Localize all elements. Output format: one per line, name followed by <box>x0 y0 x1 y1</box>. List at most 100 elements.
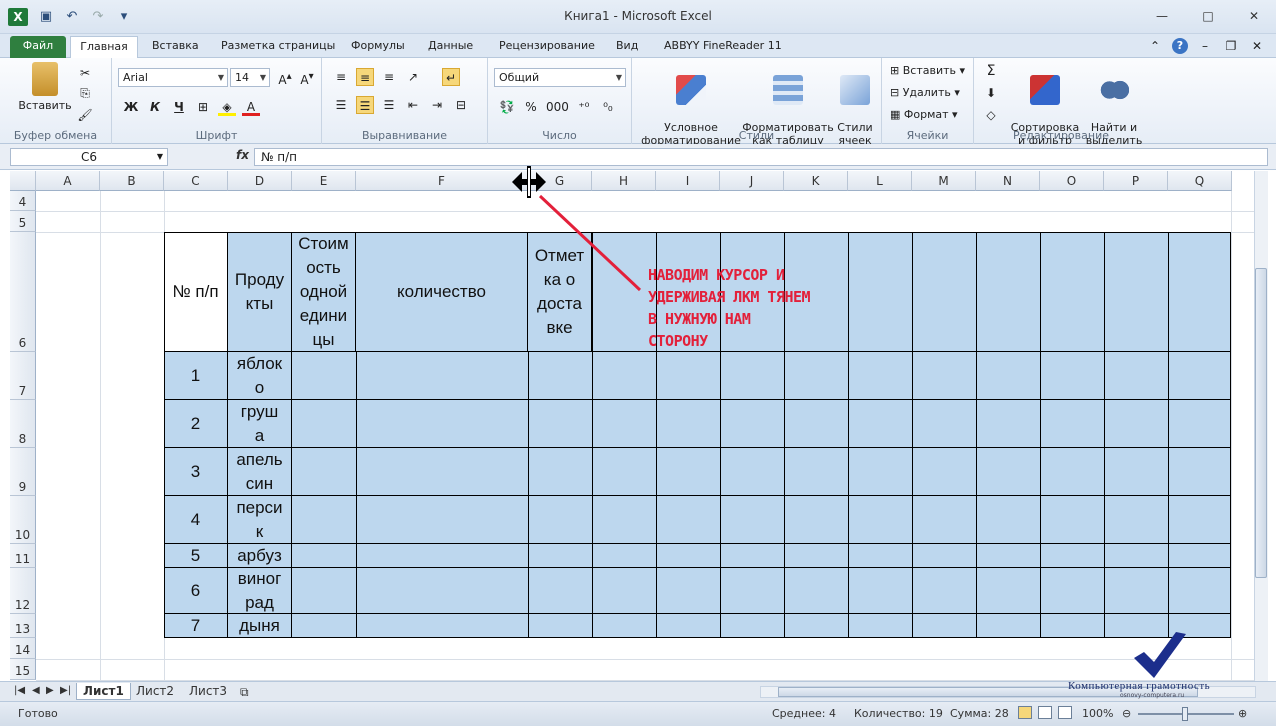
first-sheet-icon[interactable]: |◀ <box>14 685 25 696</box>
page-layout-view-icon[interactable] <box>1038 706 1052 719</box>
cell-styles-icon <box>840 75 870 105</box>
collapse-ribbon-icon[interactable]: ⌃ <box>1146 37 1164 55</box>
format-painter-icon[interactable]: 🖌 <box>76 106 94 124</box>
shrink-font-icon[interactable]: A▾ <box>298 68 316 87</box>
help-area: ⌃ ? – ❐ ✕ <box>1146 37 1266 55</box>
minimize-button[interactable]: — <box>1148 6 1176 26</box>
title-bar: X ▣ ↶ ↷ ▾ Книга1 - Microsoft Excel — □ ✕ <box>0 0 1276 34</box>
orientation-icon[interactable]: ↗ <box>404 68 422 86</box>
name-box-value: C6 <box>80 150 97 164</box>
formula-input[interactable]: № п/п <box>254 148 1268 166</box>
format-table-icon <box>773 75 803 105</box>
decrease-decimal-icon[interactable]: ⁰₀ <box>599 98 617 116</box>
page-break-view-icon[interactable] <box>1058 706 1072 719</box>
cut-icon[interactable]: ✂ <box>76 64 94 82</box>
insert-cells-label: Вставить <box>902 64 956 77</box>
delete-cells-button[interactable]: ⊟ Удалить ▾ <box>890 86 960 99</box>
prev-sheet-icon[interactable]: ◀ <box>32 685 40 696</box>
group-label-cells: Ячейки <box>906 129 949 142</box>
spreadsheet-grid[interactable]: A B C D E F G H I J K L M N O P Q 4 5 6 … <box>10 171 1254 681</box>
number-buttons-row: 💱 % 000 ⁺⁰ ⁰₀ <box>498 98 617 116</box>
name-box[interactable]: C6 ▼ <box>10 148 168 166</box>
group-font: Arial ▼ 14 ▼ A▴ A▾ Ж К Ч ⊞ ◈ A Шрифт <box>112 58 322 144</box>
next-sheet-icon[interactable]: ▶ <box>46 685 54 696</box>
merge-center-icon[interactable]: ⊟ <box>452 96 470 114</box>
tab-page-layout[interactable]: Разметка страницы <box>213 36 343 58</box>
doc-minimize-icon[interactable]: – <box>1196 37 1214 55</box>
number-format-combo[interactable]: Общий ▼ <box>494 68 626 87</box>
group-label-alignment: Выравнивание <box>361 129 448 142</box>
insert-cells-button[interactable]: ⊞ Вставить ▾ <box>890 64 965 77</box>
tab-review[interactable]: Рецензирование <box>491 36 603 58</box>
italic-button[interactable]: К <box>146 98 164 116</box>
window-controls: — □ ✕ <box>1148 6 1268 26</box>
zoom-out-icon[interactable]: ⊖ <box>1122 707 1131 720</box>
chevron-down-icon: ▼ <box>259 73 266 82</box>
close-button[interactable]: ✕ <box>1240 6 1268 26</box>
formula-bar: C6 ▼ fx № п/п <box>0 144 1276 170</box>
zoom-slider-thumb[interactable] <box>1182 707 1188 721</box>
underline-button[interactable]: Ч <box>170 98 188 116</box>
group-clipboard: Вставить ✂ ⎘ 🖌 Буфер обмена <box>0 58 112 144</box>
autosum-button[interactable]: Σ <box>982 62 1000 80</box>
tab-view[interactable]: Вид <box>608 36 646 58</box>
tab-file[interactable]: Файл <box>10 36 66 58</box>
currency-icon[interactable]: 💱 <box>498 98 516 116</box>
sheet-tab-3[interactable]: Лист3 <box>183 683 233 700</box>
tab-formulas[interactable]: Формулы <box>343 36 413 58</box>
help-icon[interactable]: ? <box>1172 38 1188 54</box>
last-sheet-icon[interactable]: ▶| <box>60 685 71 696</box>
doc-close-icon[interactable]: ✕ <box>1248 37 1266 55</box>
thousands-button[interactable]: 000 <box>546 98 569 116</box>
tab-home[interactable]: Главная <box>70 36 138 58</box>
format-cells-label: Формат <box>903 108 949 121</box>
excel-window: X ▣ ↶ ↷ ▾ Книга1 - Microsoft Excel — □ ✕… <box>0 0 1276 726</box>
borders-icon[interactable]: ⊞ <box>194 98 212 116</box>
increase-indent-icon[interactable]: ⇥ <box>428 96 446 114</box>
grow-font-icon[interactable]: A▴ <box>276 68 294 87</box>
normal-view-icon[interactable] <box>1018 706 1032 719</box>
font-name-combo[interactable]: Arial ▼ <box>118 68 228 87</box>
format-cells-icon: ▦ <box>890 108 904 121</box>
zoom-in-icon[interactable]: ⊕ <box>1238 707 1247 720</box>
font-size-combo[interactable]: 14 ▼ <box>230 68 270 87</box>
paste-button[interactable]: Вставить <box>14 62 76 112</box>
font-color-icon[interactable]: A <box>242 98 260 116</box>
align-middle-icon[interactable]: ≡ <box>356 68 374 86</box>
tab-insert[interactable]: Вставка <box>144 36 207 58</box>
align-right-icon[interactable]: ☰ <box>380 96 398 114</box>
valign-row: ≡ ≡ ≡ ↗ ↵ <box>332 68 460 86</box>
align-left-icon[interactable]: ☰ <box>332 96 350 114</box>
sheet-tab-1[interactable]: Лист1 <box>76 683 131 700</box>
clear-icon[interactable]: ◇ <box>982 106 1000 124</box>
percent-button[interactable]: % <box>522 98 540 116</box>
decrease-indent-icon[interactable]: ⇤ <box>404 96 422 114</box>
fill-color-icon[interactable]: ◈ <box>218 98 236 116</box>
function-icon[interactable]: fx <box>236 148 249 162</box>
doc-restore-icon[interactable]: ❐ <box>1222 37 1240 55</box>
tab-abbyy[interactable]: ABBYY FineReader 11 <box>656 36 790 58</box>
fill-icon[interactable]: ⬇ <box>982 84 1000 102</box>
maximize-button[interactable]: □ <box>1194 6 1222 26</box>
group-styles: Условное форматирование Форматировать ка… <box>632 58 882 147</box>
zoom-level[interactable]: 100% <box>1082 707 1113 720</box>
align-bottom-icon[interactable]: ≡ <box>380 68 398 86</box>
group-number: Общий ▼ 💱 % 000 ⁺⁰ ⁰₀ Число <box>488 58 632 144</box>
align-center-icon[interactable]: ☰ <box>356 96 374 114</box>
halign-row: ☰ ☰ ☰ ⇤ ⇥ ⊟ <box>332 96 470 114</box>
group-label-font: Шрифт <box>195 129 238 142</box>
status-average: Среднее: 4 <box>772 707 836 720</box>
sheet-tab-2[interactable]: Лист2 <box>130 683 180 700</box>
watermark-url: osnovy-computera.ru <box>1120 692 1185 699</box>
bold-button[interactable]: Ж <box>122 98 140 116</box>
vertical-scroll-thumb[interactable] <box>1255 268 1267 578</box>
annotation-text: НАВОДИМ КУРСОР И УДЕРЖИВАЯ ЛКМ ТЯНЕМ В Н… <box>648 266 811 350</box>
new-sheet-icon[interactable]: ⧉ <box>240 685 249 700</box>
wrap-text-icon[interactable]: ↵ <box>442 68 460 86</box>
copy-icon[interactable]: ⎘ <box>76 84 94 102</box>
tab-data[interactable]: Данные <box>420 36 481 58</box>
increase-decimal-icon[interactable]: ⁺⁰ <box>575 98 593 116</box>
format-cells-button[interactable]: ▦ Формат ▾ <box>890 108 958 121</box>
group-label-number: Число <box>542 129 577 142</box>
align-top-icon[interactable]: ≡ <box>332 68 350 86</box>
